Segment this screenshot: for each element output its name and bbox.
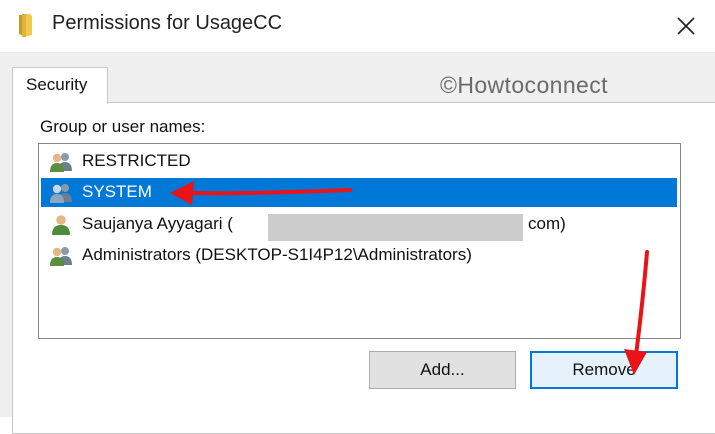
- group-user-names-label: Group or user names:: [40, 117, 206, 136]
- user-name-end: com): [528, 214, 566, 233]
- user-icon: [52, 215, 70, 235]
- list-item-system[interactable]: SYSTEM: [41, 178, 677, 207]
- list-item-restricted[interactable]: RESTRICTED: [41, 147, 677, 176]
- watermark: ©Howtoconnect: [440, 72, 608, 98]
- window-title: Permissions for UsageCC: [52, 12, 283, 34]
- add-button[interactable]: Add...: [369, 351, 516, 389]
- close-icon: [677, 17, 695, 35]
- user-group-icon: [50, 184, 72, 203]
- redacted-email-block: [268, 214, 523, 241]
- user-name: Administrators (DESKTOP-S1I4P12\Administ…: [82, 245, 472, 264]
- user-group-icon: [50, 153, 72, 172]
- remove-button[interactable]: Remove: [530, 351, 678, 389]
- user-group-icon: [50, 247, 72, 266]
- user-list[interactable]: RESTRICTED SYSTEM Saujanya Ayyagari ( co…: [38, 143, 681, 339]
- tab-security[interactable]: Security: [12, 67, 108, 104]
- permissions-dialog: Permissions for UsageCC Security ©Howtoc…: [0, 0, 715, 434]
- list-item-administrators[interactable]: Administrators (DESKTOP-S1I4P12\Administ…: [41, 241, 677, 270]
- tab-security-label: Security: [26, 75, 88, 94]
- user-name-start: Saujanya Ayyagari (: [82, 214, 233, 233]
- user-name: RESTRICTED: [82, 151, 191, 170]
- user-name: SYSTEM: [82, 182, 152, 201]
- close-button[interactable]: [666, 6, 706, 46]
- title-bar[interactable]: Permissions for UsageCC: [0, 0, 715, 53]
- folder-icon: [19, 14, 32, 37]
